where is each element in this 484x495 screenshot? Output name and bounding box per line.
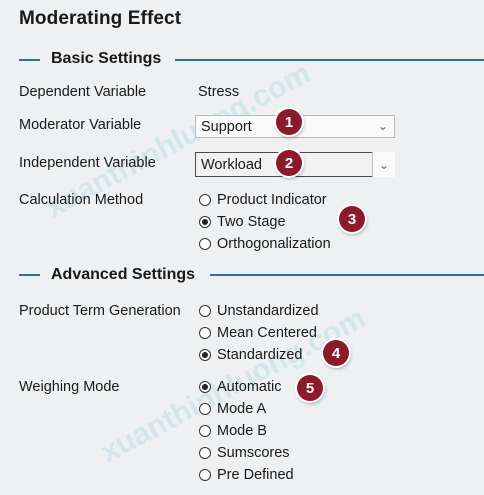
annotation-badge-3: 3 — [339, 206, 365, 232]
radio-circle — [199, 238, 211, 250]
radio-product-indicator[interactable]: Product Indicator — [199, 190, 331, 210]
moderator-variable-label: Moderator Variable — [19, 117, 142, 133]
calculation-method-group: Product Indicator Two Stage Orthogonaliz… — [199, 190, 331, 254]
radio-mode-a[interactable]: Mode A — [199, 399, 294, 419]
radio-label: Sumscores — [217, 445, 290, 461]
weighing-mode-group: Automatic Mode A Mode B Sumscores Pre De… — [199, 377, 294, 485]
radio-two-stage[interactable]: Two Stage — [199, 212, 331, 232]
radio-circle — [199, 194, 211, 206]
radio-label: Mode B — [217, 423, 267, 439]
radio-mean-centered[interactable]: Mean Centered — [199, 323, 319, 343]
radio-mode-b[interactable]: Mode B — [199, 421, 294, 441]
page-title: Moderating Effect — [19, 8, 182, 29]
chevron-down-icon: ⌄ — [377, 119, 388, 133]
radio-standardized[interactable]: Standardized — [199, 345, 319, 365]
independent-variable-label: Independent Variable — [19, 155, 156, 171]
radio-circle — [199, 447, 211, 459]
radio-unstandardized[interactable]: Unstandardized — [199, 301, 319, 321]
radio-label: Automatic — [217, 379, 282, 395]
radio-label: Mode A — [217, 401, 267, 417]
radio-label: Unstandardized — [217, 303, 319, 319]
section-title-basic: Basic Settings — [51, 50, 162, 67]
radio-orthogonalization[interactable]: Orthogonalization — [199, 234, 331, 254]
radio-circle-selected — [199, 216, 211, 228]
chevron-down-icon[interactable]: ⌄ — [372, 152, 395, 177]
radio-label: Standardized — [217, 347, 303, 363]
weighing-mode-label: Weighing Mode — [19, 379, 120, 395]
radio-sumscores[interactable]: Sumscores — [199, 443, 294, 463]
annotation-badge-1: 1 — [276, 109, 302, 135]
radio-circle — [199, 305, 211, 317]
section-divider — [19, 274, 40, 276]
product-term-generation-label: Product Term Generation — [19, 303, 181, 319]
radio-circle — [199, 469, 211, 481]
radio-label: Two Stage — [217, 214, 286, 230]
section-divider — [19, 59, 40, 61]
radio-label: Orthogonalization — [217, 236, 331, 252]
dependent-variable-label: Dependent Variable — [19, 84, 147, 100]
annotation-badge-2: 2 — [276, 150, 302, 176]
section-divider — [210, 274, 484, 276]
annotation-badge-5: 5 — [297, 375, 323, 401]
radio-circle — [199, 327, 211, 339]
section-title-advanced: Advanced Settings — [51, 266, 196, 283]
section-divider — [175, 59, 484, 61]
calculation-method-label: Calculation Method — [19, 192, 144, 208]
moderator-variable-value: Support — [201, 118, 252, 135]
radio-pre-defined[interactable]: Pre Defined — [199, 465, 294, 485]
radio-circle — [199, 403, 211, 415]
radio-automatic[interactable]: Automatic — [199, 377, 294, 397]
dependent-variable-value: Stress — [198, 84, 240, 100]
radio-circle-selected — [199, 349, 211, 361]
annotation-badge-4: 4 — [323, 340, 349, 366]
radio-circle — [199, 425, 211, 437]
radio-label: Mean Centered — [217, 325, 317, 341]
radio-circle-selected — [199, 381, 211, 393]
radio-label: Product Indicator — [217, 192, 327, 208]
product-term-generation-group: Unstandardized Mean Centered Standardize… — [199, 301, 319, 365]
radio-label: Pre Defined — [217, 467, 294, 483]
